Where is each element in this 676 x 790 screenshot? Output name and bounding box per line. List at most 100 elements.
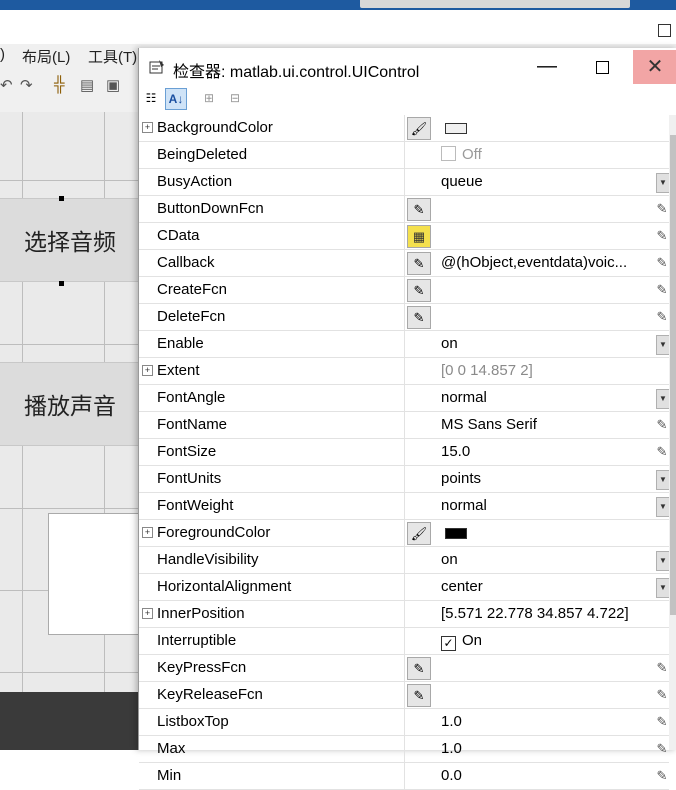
paint-bucket-icon[interactable]: 🖌	[407, 117, 431, 140]
minimize-button[interactable]: —	[529, 50, 565, 84]
canvas-axes-box[interactable]	[48, 513, 142, 635]
expand-all-icon[interactable]: ⊞	[199, 88, 219, 108]
property-row-busyaction[interactable]: BusyAction queue ▼	[139, 169, 670, 196]
edit-pencil-icon[interactable]: ✎	[655, 201, 669, 217]
property-value[interactable]	[441, 520, 655, 546]
callback-pencil-icon[interactable]: ✎	[407, 198, 431, 221]
callback-pencil-icon[interactable]: ✎	[407, 252, 431, 275]
edit-pencil-icon[interactable]: ✎	[655, 741, 669, 757]
property-row-fontname[interactable]: FontName MS Sans Serif ✎	[139, 412, 669, 439]
property-value[interactable]	[441, 223, 655, 249]
property-value[interactable]	[441, 277, 655, 303]
edit-pencil-icon[interactable]: ✎	[655, 444, 669, 460]
property-row-cdata[interactable]: CData ▦ ✎	[139, 223, 669, 250]
property-value[interactable]: 1.0	[441, 736, 655, 762]
categorized-view-icon[interactable]: ☷	[141, 88, 161, 108]
dropdown-arrow-icon[interactable]: ▼	[656, 389, 670, 409]
property-value[interactable]	[441, 655, 655, 681]
canvas-button-play-sound[interactable]: 播放声音	[0, 362, 140, 446]
redo-icon[interactable]: ↷	[20, 76, 38, 94]
menu-partial[interactable]: )	[0, 46, 5, 63]
edit-pencil-icon[interactable]: ✎	[655, 687, 669, 703]
property-value[interactable]: Off	[441, 142, 655, 168]
property-value[interactable]: MS Sans Serif	[441, 412, 655, 438]
dropdown-arrow-icon[interactable]: ▼	[656, 470, 670, 490]
property-value[interactable]: center	[441, 574, 655, 600]
color-swatch[interactable]	[445, 122, 467, 134]
callback-pencil-icon[interactable]: ✎	[407, 684, 431, 707]
property-row-horizontalalignment[interactable]: HorizontalAlignment center ▼	[139, 574, 670, 601]
selection-handle[interactable]	[59, 196, 64, 201]
property-row-backgroundcolor[interactable]: + BackgroundColor 🖌	[139, 115, 669, 142]
dropdown-arrow-icon[interactable]: ▼	[656, 551, 670, 571]
edit-pencil-icon[interactable]: ✎	[655, 282, 669, 298]
property-value[interactable]	[441, 196, 655, 222]
paint-bucket-icon[interactable]: 🖌	[407, 522, 431, 545]
property-value[interactable]: points	[441, 466, 655, 492]
property-row-keypressfcn[interactable]: KeyPressFcn ✎ ✎	[139, 655, 669, 682]
property-value[interactable]: on	[441, 331, 655, 357]
alphabetical-sort-icon[interactable]: A↓	[165, 88, 187, 110]
tab-order-icon[interactable]: ▣	[106, 76, 124, 94]
property-value[interactable]: normal	[441, 385, 655, 411]
expand-icon[interactable]: +	[142, 122, 153, 133]
property-row-foregroundcolor[interactable]: + ForegroundColor 🖌	[139, 520, 669, 547]
property-row-callback[interactable]: Callback ✎ @(hObject,eventdata)voic... ✎	[139, 250, 669, 277]
property-row-handlevisibility[interactable]: HandleVisibility on ▼	[139, 547, 670, 574]
align-icon[interactable]: ╬	[54, 76, 72, 94]
canvas-button-select-audio[interactable]: 选择音频	[0, 198, 140, 282]
property-row-deletefcn[interactable]: DeleteFcn ✎ ✎	[139, 304, 669, 331]
undo-icon[interactable]: ↶	[0, 76, 18, 94]
property-value[interactable]: queue	[441, 169, 655, 195]
property-row-listboxtop[interactable]: ListboxTop 1.0 ✎	[139, 709, 669, 736]
property-row-fontweight[interactable]: FontWeight normal ▼	[139, 493, 670, 520]
dropdown-arrow-icon[interactable]: ▼	[656, 173, 670, 193]
property-value[interactable]: @(hObject,eventdata)voic...	[441, 250, 655, 276]
property-value[interactable]: normal	[441, 493, 655, 519]
property-row-enable[interactable]: Enable on ▼	[139, 331, 670, 358]
property-row-createfcn[interactable]: CreateFcn ✎ ✎	[139, 277, 669, 304]
callback-pencil-icon[interactable]: ✎	[407, 306, 431, 329]
property-value[interactable]	[441, 304, 655, 330]
dropdown-arrow-icon[interactable]: ▼	[656, 578, 670, 598]
property-value[interactable]: 0.0	[441, 763, 655, 789]
expand-icon[interactable]: +	[142, 527, 153, 538]
property-value[interactable]: [5.571 22.778 34.857 4.722]	[441, 601, 655, 627]
selection-handle[interactable]	[59, 281, 64, 286]
dropdown-arrow-icon[interactable]: ▼	[656, 497, 670, 517]
checkbox-icon[interactable]	[441, 146, 456, 161]
edit-pencil-icon[interactable]: ✎	[655, 255, 669, 271]
dropdown-arrow-icon[interactable]: ▼	[656, 335, 670, 355]
collapse-all-icon[interactable]: ⊟	[225, 88, 245, 108]
property-value[interactable]: on	[441, 547, 655, 573]
property-value[interactable]: ✓ On	[441, 628, 655, 654]
guide-maximize-icon[interactable]	[658, 24, 671, 37]
edit-pencil-icon[interactable]: ✎	[655, 309, 669, 325]
edit-pencil-icon[interactable]: ✎	[655, 228, 669, 244]
property-row-fontunits[interactable]: FontUnits points ▼	[139, 466, 670, 493]
expand-icon[interactable]: +	[142, 608, 153, 619]
menu-layout[interactable]: 布局(L)	[22, 46, 70, 67]
property-row-fontsize[interactable]: FontSize 15.0 ✎	[139, 439, 669, 466]
edit-pencil-icon[interactable]: ✎	[655, 417, 669, 433]
close-button[interactable]: ✕	[633, 50, 676, 84]
vertical-scrollbar[interactable]	[669, 115, 676, 750]
property-row-beingdeleted[interactable]: BeingDeleted Off	[139, 142, 669, 169]
property-row-fontangle[interactable]: FontAngle normal ▼	[139, 385, 670, 412]
grid-icon[interactable]: ▦	[407, 225, 431, 248]
edit-pencil-icon[interactable]: ✎	[655, 660, 669, 676]
property-value[interactable]: [0 0 14.857 2]	[441, 358, 655, 384]
property-value[interactable]	[441, 682, 655, 708]
property-row-innerposition[interactable]: + InnerPosition [5.571 22.778 34.857 4.722…	[139, 601, 669, 628]
menu-tools[interactable]: 工具(T)	[88, 46, 137, 67]
scrollbar-thumb[interactable]	[670, 135, 676, 615]
callback-pencil-icon[interactable]: ✎	[407, 279, 431, 302]
property-row-extent[interactable]: + Extent [0 0 14.857 2]	[139, 358, 669, 385]
property-row-min[interactable]: Min 0.0 ✎	[139, 763, 669, 790]
property-row-keyreleasefcn[interactable]: KeyReleaseFcn ✎ ✎	[139, 682, 669, 709]
color-swatch[interactable]	[445, 527, 467, 539]
callback-pencil-icon[interactable]: ✎	[407, 657, 431, 680]
property-value[interactable]: 1.0	[441, 709, 655, 735]
property-row-buttondownfcn[interactable]: ButtonDownFcn ✎ ✎	[139, 196, 669, 223]
property-value[interactable]: 15.0	[441, 439, 655, 465]
